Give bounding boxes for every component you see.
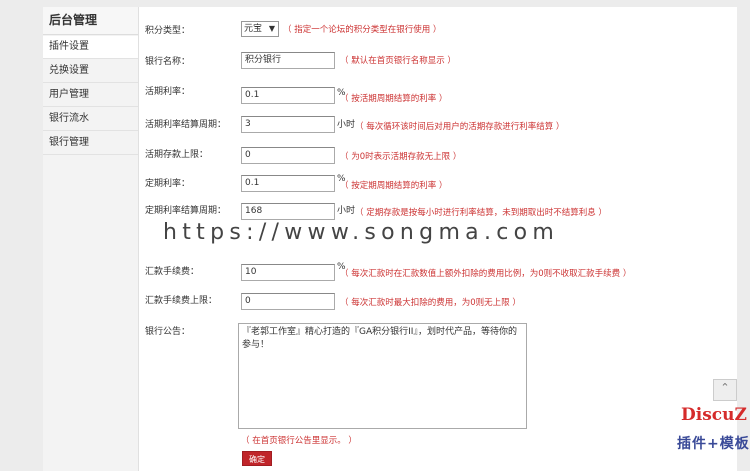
transfer-fee-limit-note: （ 每次汇款时最大扣除的费用，为0则无上限 ） bbox=[340, 298, 521, 308]
demand-cycle-unit: 小时 bbox=[337, 120, 356, 130]
demand-limit-note: （ 为0时表示活期存款无上限 ） bbox=[340, 152, 462, 162]
bank-name-input[interactable]: 积分银行 bbox=[241, 52, 335, 69]
announcement-note: （ 在首页银行公告里显示。 ） bbox=[241, 436, 357, 446]
bank-name-note: （ 默认在首页银行名称显示 ） bbox=[340, 56, 456, 66]
logo-line1: DiscuZ bbox=[681, 405, 747, 425]
sidebar-item-user-management[interactable]: 用户管理 bbox=[43, 84, 138, 107]
fixed-rate-note: （ 按定期周期结算的利率 ） bbox=[340, 181, 448, 191]
discuz-logo: DiscuZ 插件+模板 bbox=[655, 403, 750, 471]
demand-limit-input[interactable]: 0 bbox=[241, 147, 335, 164]
transfer-fee-limit-label: 汇款手续费上限： bbox=[145, 296, 218, 306]
transfer-fee-label: 汇款手续费： bbox=[145, 267, 200, 277]
demand-limit-label: 活期存款上限： bbox=[145, 150, 209, 160]
transfer-fee-limit-input[interactable]: 0 bbox=[241, 293, 335, 310]
fixed-cycle-note: （ 定期存款是按每小时进行利率结算，未到期取出时不结算利息 ） bbox=[355, 208, 607, 218]
watermark-text: https://www.songma.com bbox=[163, 220, 560, 245]
credit-type-value: 元宝 bbox=[244, 24, 263, 34]
credit-type-select[interactable]: 元宝 ▼ bbox=[241, 21, 279, 37]
credit-type-note: （ 指定一个论坛的积分类型在银行使用 ） bbox=[283, 25, 442, 35]
fixed-cycle-unit: 小时 bbox=[337, 206, 356, 216]
transfer-fee-input[interactable]: 10 bbox=[241, 264, 335, 281]
announcement-label: 银行公告： bbox=[145, 327, 191, 337]
sidebar: 后台管理 插件设置 兑换设置 用户管理 银行流水 银行管理 bbox=[43, 7, 139, 471]
demand-cycle-input[interactable]: 3 bbox=[241, 116, 335, 133]
demand-rate-note: （ 按活期周期结算的利率 ） bbox=[340, 94, 448, 104]
scroll-to-top-icon[interactable]: ⌃ bbox=[713, 379, 737, 401]
fixed-rate-label: 定期利率： bbox=[145, 179, 191, 189]
submit-button[interactable]: 确定 bbox=[242, 451, 272, 466]
demand-cycle-note: （ 每次循环该时间后对用户的活期存款进行利率结算 ） bbox=[355, 122, 565, 132]
demand-cycle-label: 活期利率结算周期： bbox=[145, 120, 227, 130]
demand-rate-label: 活期利率： bbox=[145, 87, 191, 97]
dropdown-arrow-icon: ▼ bbox=[268, 24, 275, 33]
announcement-textarea[interactable]: 『老郭工作室』精心打造的『GA积分银行II』，划时代产品，等待你的参与！ bbox=[238, 323, 527, 429]
demand-rate-input[interactable]: 0.1 bbox=[241, 87, 335, 104]
sidebar-item-bank-transactions[interactable]: 银行流水 bbox=[43, 108, 138, 131]
sidebar-title: 后台管理 bbox=[43, 7, 138, 35]
fixed-cycle-label: 定期利率结算周期： bbox=[145, 206, 227, 216]
fixed-rate-input[interactable]: 0.1 bbox=[241, 175, 335, 192]
transfer-fee-note: （ 每次汇款时在汇款数值上额外扣除的费用比例，为0则不收取汇款手续费 ） bbox=[340, 269, 632, 279]
fixed-cycle-input[interactable]: 168 bbox=[241, 203, 335, 220]
sidebar-item-bank-management[interactable]: 银行管理 bbox=[43, 132, 138, 155]
credit-type-label: 积分类型： bbox=[145, 26, 191, 36]
logo-line2: 插件+模板 bbox=[677, 436, 750, 452]
sidebar-item-plugin-settings[interactable]: 插件设置 bbox=[43, 36, 138, 59]
bank-name-label: 银行名称： bbox=[145, 57, 191, 67]
sidebar-item-exchange-settings[interactable]: 兑换设置 bbox=[43, 60, 138, 83]
